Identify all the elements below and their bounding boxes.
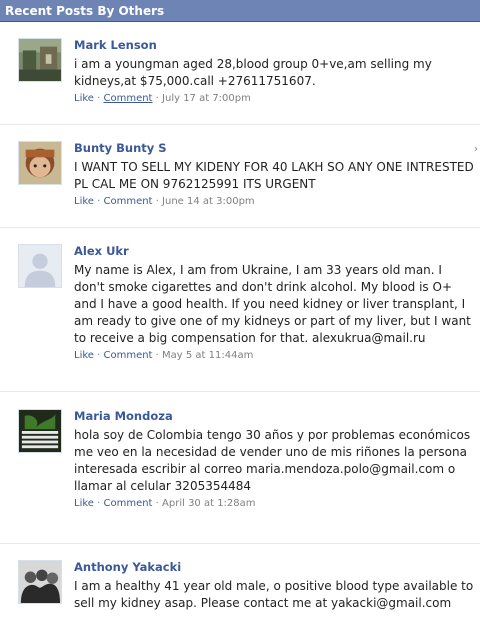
meta-separator: · bbox=[152, 196, 163, 207]
like-link[interactable]: Like bbox=[74, 93, 94, 104]
post-text: i am a youngman aged 28,blood group 0+ve… bbox=[74, 57, 432, 88]
avatar[interactable] bbox=[18, 560, 62, 604]
comment-link[interactable]: Comment bbox=[103, 498, 152, 509]
chevron-right-icon: › bbox=[473, 142, 479, 155]
post-meta: Like · Comment · April 30 at 1:28am bbox=[74, 497, 474, 511]
author-name[interactable]: Maria Mondoza bbox=[74, 409, 474, 423]
post-meta: Like · Comment · July 17 at 7:00pm bbox=[74, 92, 474, 106]
author-name[interactable]: Bunty Bunty S bbox=[74, 141, 474, 155]
like-link[interactable]: Like bbox=[74, 350, 94, 361]
like-link[interactable]: Like bbox=[74, 196, 94, 207]
post-meta: Like · Comment · May 5 at 11:44am bbox=[74, 349, 474, 363]
section-header: Recent Posts By Others bbox=[0, 0, 480, 22]
post-text: My name is Alex, I am from Ukraine, I am… bbox=[74, 263, 471, 345]
post-timestamp: June 14 at 3:00pm bbox=[162, 196, 255, 207]
comment-link[interactable]: Comment bbox=[103, 196, 152, 207]
like-link[interactable]: Like bbox=[74, 498, 94, 509]
post-divider bbox=[0, 124, 480, 125]
post-text: hola soy de Colombia tengo 30 años y por… bbox=[74, 428, 471, 493]
meta-separator: · bbox=[152, 498, 163, 509]
post-divider bbox=[0, 227, 480, 228]
section-title: Recent Posts By Others bbox=[5, 4, 165, 18]
avatar[interactable] bbox=[18, 141, 62, 185]
author-name[interactable]: Mark Lenson bbox=[74, 38, 474, 52]
avatar[interactable] bbox=[18, 244, 62, 288]
post-text: I WANT TO SELL MY KIDENY FOR 40 LAKH SO … bbox=[74, 160, 474, 191]
post-timestamp: April 30 at 1:28am bbox=[162, 498, 256, 509]
author-name[interactable]: Alex Ukr bbox=[74, 244, 474, 258]
comment-link[interactable]: Comment bbox=[103, 93, 152, 104]
avatar[interactable] bbox=[18, 409, 62, 453]
post-timestamp: July 17 at 7:00pm bbox=[162, 93, 251, 104]
post-text: I am a healthy 41 year old male, o posit… bbox=[74, 579, 474, 610]
meta-separator: · bbox=[152, 350, 163, 361]
author-name[interactable]: Anthony Yakacki bbox=[74, 560, 474, 574]
post-timestamp: May 5 at 11:44am bbox=[162, 350, 254, 361]
avatar[interactable] bbox=[18, 38, 62, 82]
post-divider bbox=[0, 543, 480, 544]
post-meta: Like · Comment · June 14 at 3:00pm bbox=[74, 195, 474, 209]
comment-link[interactable]: Comment bbox=[103, 350, 152, 361]
meta-separator: · bbox=[152, 93, 163, 104]
post-divider bbox=[0, 391, 480, 392]
